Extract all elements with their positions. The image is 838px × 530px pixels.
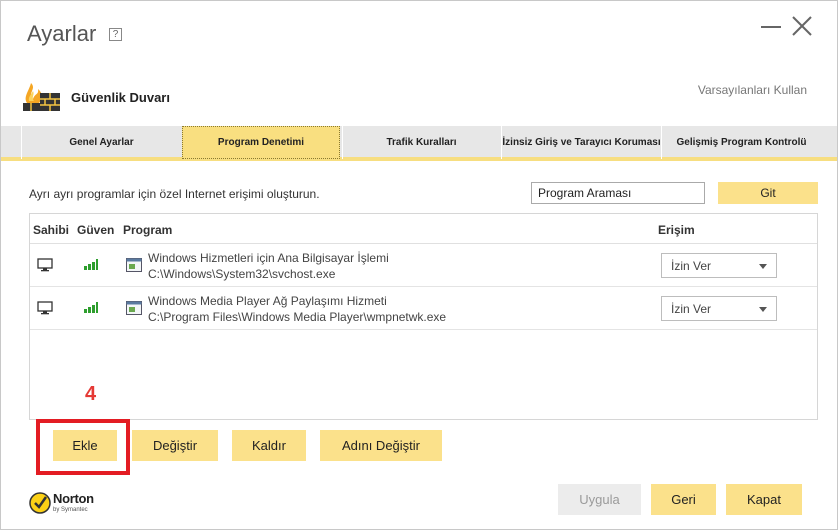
add-button[interactable]: Ekle xyxy=(53,430,117,461)
tab-label: Gelişmiş Program Kontrolü xyxy=(676,137,807,148)
rename-button[interactable]: Adını Değiştir xyxy=(320,430,442,461)
close-button[interactable]: Kapat xyxy=(726,484,802,515)
firewall-icon xyxy=(23,83,60,111)
computer-icon xyxy=(37,301,53,315)
norton-logo-text: Norton xyxy=(53,491,94,506)
tab-traffic-rules[interactable]: Trafik Kuralları xyxy=(342,126,500,159)
tab-program-control[interactable]: Program Denetimi xyxy=(182,126,340,159)
step-number-label: 4 xyxy=(85,383,97,405)
program-name: Windows Media Player Ağ Paylaşımı Hizmet… xyxy=(148,294,387,308)
program-path: C:\Windows\System32\svchost.exe xyxy=(148,267,336,281)
column-trust[interactable]: Güven xyxy=(77,223,114,237)
close-icon[interactable] xyxy=(790,14,814,38)
norton-logo-subtext: by Symantec xyxy=(53,507,88,513)
computer-icon xyxy=(37,258,53,272)
tab-label: Program Denetimi xyxy=(217,137,305,148)
signal-bars-icon xyxy=(84,259,98,270)
access-select[interactable]: İzin Ver xyxy=(661,296,777,321)
tab-label: Trafik Kuralları xyxy=(386,137,457,148)
program-table: Sahibi Güven Program Erişim Windows Hizm… xyxy=(29,213,818,420)
settings-window: Ayarlar ? Güvenlik Duvarı Varsayılanları… xyxy=(0,0,838,530)
modify-button[interactable]: Değiştir xyxy=(132,430,218,461)
back-button[interactable]: Geri xyxy=(651,484,716,515)
signal-bars-icon xyxy=(84,302,98,313)
column-access[interactable]: Erişim xyxy=(658,223,695,237)
apply-button[interactable]: Uygula xyxy=(558,484,641,515)
window-title: Ayarlar xyxy=(27,21,97,46)
chevron-down-icon xyxy=(759,264,767,269)
program-search-input[interactable] xyxy=(531,182,705,204)
application-icon xyxy=(126,258,142,272)
tab-general-settings[interactable]: Genel Ayarlar xyxy=(21,126,181,159)
access-value: İzin Ver xyxy=(671,259,712,273)
chevron-down-icon xyxy=(759,307,767,312)
access-value: İzin Ver xyxy=(671,302,712,316)
tab-label: Genel Ayarlar xyxy=(69,137,134,148)
tab-intrusion-browser-protection[interactable]: İzinsiz Giriş ve Tarayıcı Koruması xyxy=(501,126,661,159)
tab-advanced-program-control[interactable]: Gelişmiş Program Kontrolü xyxy=(661,126,821,159)
program-name: Windows Hizmetleri için Ana Bilgisayar İ… xyxy=(148,251,389,265)
column-program[interactable]: Program xyxy=(123,223,172,237)
column-owner[interactable]: Sahibi xyxy=(33,223,69,237)
description-text: Ayrı ayrı programlar için özel Internet … xyxy=(29,187,320,201)
table-row[interactable]: Windows Media Player Ağ Paylaşımı Hizmet… xyxy=(30,287,817,330)
help-icon[interactable]: ? xyxy=(109,28,122,41)
tab-bar: Genel Ayarlar Program Denetimi Trafik Ku… xyxy=(1,126,837,161)
access-select[interactable]: İzin Ver xyxy=(661,253,777,278)
application-icon xyxy=(126,301,142,315)
section-title: Güvenlik Duvarı xyxy=(71,90,170,105)
minimize-button[interactable] xyxy=(761,26,781,28)
tab-label: İzinsiz Giriş ve Tarayıcı Koruması xyxy=(502,137,661,148)
remove-button[interactable]: Kaldır xyxy=(232,430,306,461)
table-header: Sahibi Güven Program Erişim xyxy=(30,214,817,244)
use-defaults-link[interactable]: Varsayılanları Kullan xyxy=(698,83,807,97)
program-path: C:\Program Files\Windows Media Player\wm… xyxy=(148,310,447,324)
table-row[interactable]: Windows Hizmetleri için Ana Bilgisayar İ… xyxy=(30,244,817,287)
go-button[interactable]: Git xyxy=(718,182,818,204)
